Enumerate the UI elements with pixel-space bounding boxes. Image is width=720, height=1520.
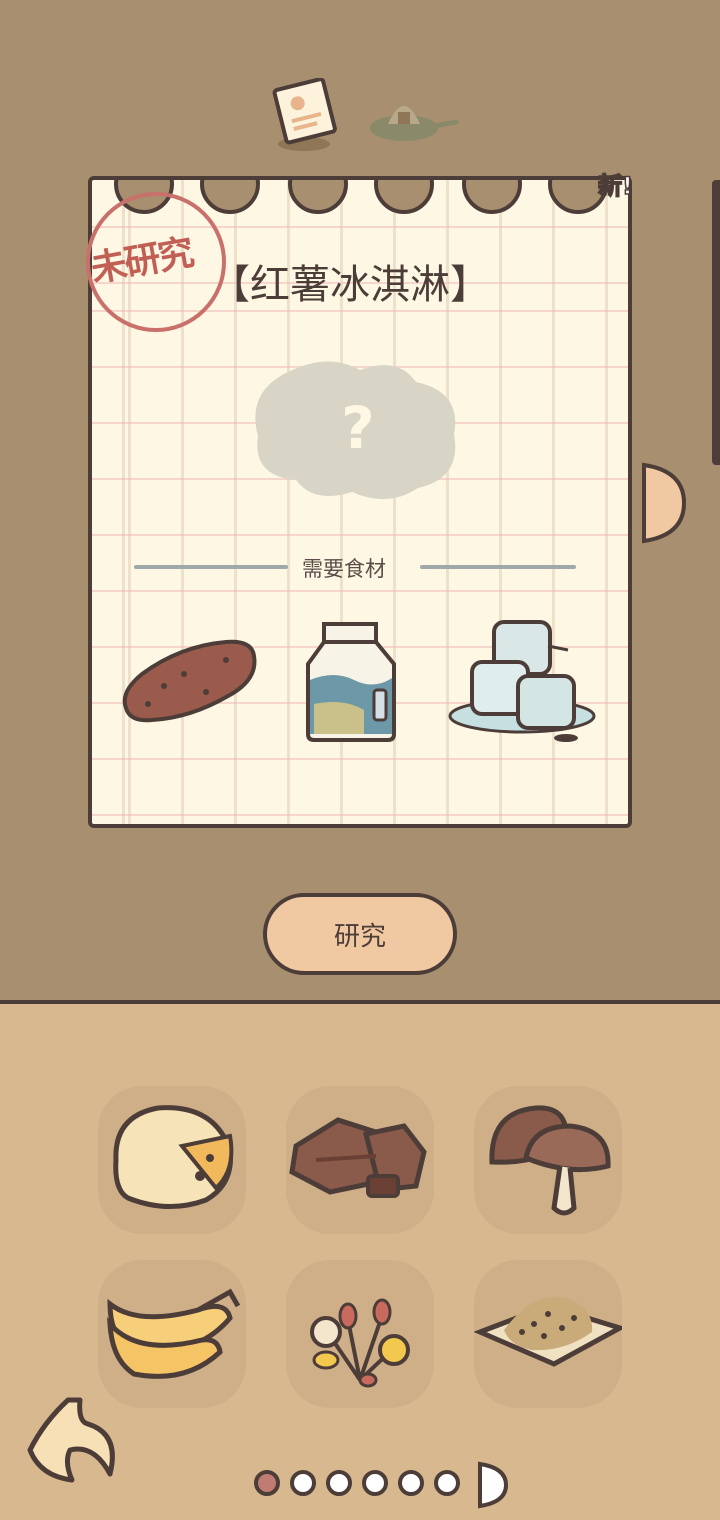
needs-divider-right — [420, 565, 576, 569]
recipe-title: 【红薯冰淇淋】 — [210, 262, 490, 308]
page-dot-2[interactable] — [290, 1470, 316, 1496]
cheese-icon — [113, 1105, 234, 1209]
notepad-ring — [462, 180, 522, 214]
notepad-ring — [374, 180, 434, 214]
needs-label: 需要食材 — [302, 557, 386, 581]
banana-icon — [107, 1288, 241, 1379]
page-dot-3[interactable] — [326, 1470, 352, 1496]
ice-cubes-icon — [448, 616, 602, 750]
new-badge: 新! — [597, 171, 633, 201]
milk-carton-icon — [304, 618, 400, 750]
back-arrow-icon[interactable] — [24, 1394, 120, 1490]
notepad-ring — [288, 180, 348, 214]
needs-divider-left — [134, 565, 288, 569]
ingredient-tile-cheese[interactable] — [98, 1086, 246, 1234]
next-page-arrow[interactable] — [476, 1460, 510, 1514]
rice-ball-tab-icon[interactable] — [364, 86, 460, 152]
page-dot-1[interactable] — [254, 1470, 280, 1496]
grain-icon — [474, 1296, 622, 1367]
page-dot-5[interactable] — [398, 1470, 424, 1496]
sweet-potato-icon — [118, 634, 260, 732]
notepad-ring — [200, 180, 260, 214]
ingredient-tile-flowers[interactable] — [286, 1260, 434, 1408]
mushroom-icon — [489, 1105, 611, 1216]
unknown-dish-icon: ? — [248, 352, 468, 512]
ingredient-tile-banana[interactable] — [98, 1260, 246, 1408]
page-dot-4[interactable] — [362, 1470, 388, 1496]
ingredient-tile-grain[interactable] — [474, 1260, 622, 1408]
ingredient-tile-chocolate[interactable] — [286, 1086, 434, 1234]
question-mark: ? — [341, 394, 375, 462]
ingredient-tile-mushroom[interactable] — [474, 1086, 622, 1234]
flowers-icon — [310, 1298, 410, 1388]
chocolate-icon — [289, 1117, 427, 1198]
scrollbar[interactable] — [712, 180, 720, 465]
page-dot-6[interactable] — [434, 1470, 460, 1496]
next-recipe-arrow[interactable] — [640, 461, 690, 549]
recipe-card-tab-icon[interactable] — [270, 77, 340, 158]
research-button[interactable]: 研究 — [263, 893, 457, 975]
